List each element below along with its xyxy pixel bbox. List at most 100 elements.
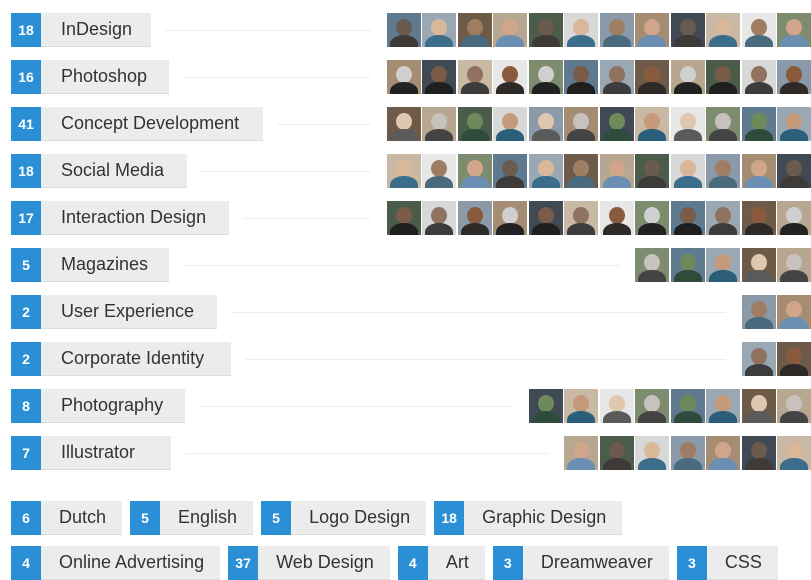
skill-pill[interactable]: 41Concept Development <box>11 107 263 141</box>
endorser-avatar[interactable] <box>600 107 634 141</box>
endorser-avatar[interactable] <box>493 13 527 47</box>
endorser-avatar[interactable] <box>777 154 811 188</box>
endorser-avatar[interactable] <box>742 389 776 423</box>
endorser-avatar[interactable] <box>458 107 492 141</box>
endorser-avatar[interactable] <box>422 13 456 47</box>
endorser-avatar[interactable] <box>387 60 421 94</box>
endorser-avatar[interactable] <box>706 154 740 188</box>
endorser-avatar[interactable] <box>635 248 669 282</box>
skill-tag[interactable]: 18Graphic Design <box>434 501 622 535</box>
skill-pill[interactable]: 17Interaction Design <box>11 201 229 235</box>
endorser-avatar[interactable] <box>493 154 527 188</box>
endorser-avatar[interactable] <box>564 154 598 188</box>
endorser-avatar[interactable] <box>742 436 776 470</box>
endorser-avatar[interactable] <box>600 13 634 47</box>
endorser-avatar[interactable] <box>458 201 492 235</box>
endorser-avatar[interactable] <box>529 154 563 188</box>
skill-tag[interactable]: 6Dutch <box>11 501 122 535</box>
skill-pill[interactable]: 2User Experience <box>11 295 217 329</box>
endorser-avatar[interactable] <box>493 201 527 235</box>
skill-tag[interactable]: 5English <box>130 501 253 535</box>
endorser-avatar[interactable] <box>635 13 669 47</box>
endorser-avatar[interactable] <box>635 60 669 94</box>
skill-pill[interactable]: 18Social Media <box>11 154 187 188</box>
endorser-avatar[interactable] <box>777 13 811 47</box>
endorser-avatar[interactable] <box>529 389 563 423</box>
endorser-avatar[interactable] <box>422 107 456 141</box>
endorser-avatars <box>385 107 811 141</box>
endorser-avatar[interactable] <box>529 201 563 235</box>
endorser-avatar[interactable] <box>564 13 598 47</box>
endorser-avatar[interactable] <box>671 60 705 94</box>
endorser-avatar[interactable] <box>600 436 634 470</box>
endorser-avatar[interactable] <box>635 154 669 188</box>
endorser-avatar[interactable] <box>564 107 598 141</box>
endorser-avatar[interactable] <box>564 436 598 470</box>
endorser-avatar[interactable] <box>777 248 811 282</box>
endorser-avatar[interactable] <box>422 154 456 188</box>
endorser-avatar[interactable] <box>742 107 776 141</box>
endorser-avatar[interactable] <box>529 107 563 141</box>
endorser-avatar[interactable] <box>706 13 740 47</box>
endorser-avatar[interactable] <box>635 201 669 235</box>
endorser-avatar[interactable] <box>671 436 705 470</box>
endorser-avatar[interactable] <box>422 60 456 94</box>
endorser-avatar[interactable] <box>777 60 811 94</box>
endorser-avatar[interactable] <box>742 342 776 376</box>
endorser-avatar[interactable] <box>458 60 492 94</box>
endorser-avatar[interactable] <box>387 201 421 235</box>
endorser-avatar[interactable] <box>671 154 705 188</box>
endorser-avatar[interactable] <box>671 201 705 235</box>
endorser-avatar[interactable] <box>387 107 421 141</box>
endorser-avatar[interactable] <box>635 389 669 423</box>
endorser-avatar[interactable] <box>742 248 776 282</box>
endorser-avatar[interactable] <box>458 13 492 47</box>
endorser-avatar[interactable] <box>706 201 740 235</box>
endorser-avatar[interactable] <box>600 154 634 188</box>
endorser-avatar[interactable] <box>706 248 740 282</box>
endorser-avatar[interactable] <box>671 13 705 47</box>
avatar-shoulders <box>425 223 453 235</box>
endorser-avatar[interactable] <box>422 201 456 235</box>
endorser-avatar[interactable] <box>671 389 705 423</box>
skill-tag[interactable]: 5Logo Design <box>261 501 426 535</box>
skill-pill[interactable]: 5Magazines <box>11 248 169 282</box>
skill-pill[interactable]: 2Corporate Identity <box>11 342 231 376</box>
endorser-avatar[interactable] <box>600 389 634 423</box>
endorser-avatar[interactable] <box>777 107 811 141</box>
endorser-avatar[interactable] <box>564 201 598 235</box>
endorser-avatar[interactable] <box>671 107 705 141</box>
endorser-avatar[interactable] <box>635 107 669 141</box>
endorser-avatar[interactable] <box>777 389 811 423</box>
endorser-avatar[interactable] <box>777 342 811 376</box>
endorser-avatar[interactable] <box>493 107 527 141</box>
endorser-avatar[interactable] <box>742 13 776 47</box>
endorser-avatar[interactable] <box>706 60 740 94</box>
endorser-avatar[interactable] <box>671 248 705 282</box>
endorser-avatar[interactable] <box>706 107 740 141</box>
endorser-avatar[interactable] <box>564 389 598 423</box>
endorser-avatar[interactable] <box>493 60 527 94</box>
endorser-avatar[interactable] <box>529 13 563 47</box>
skill-pill[interactable]: 7Illustrator <box>11 436 171 470</box>
endorser-avatar[interactable] <box>635 436 669 470</box>
endorser-avatar[interactable] <box>742 154 776 188</box>
skill-pill[interactable]: 16Photoshop <box>11 60 169 94</box>
endorser-avatar[interactable] <box>706 436 740 470</box>
endorser-avatar[interactable] <box>742 201 776 235</box>
endorser-avatar[interactable] <box>777 295 811 329</box>
endorser-avatar[interactable] <box>742 60 776 94</box>
endorser-avatar[interactable] <box>742 295 776 329</box>
endorser-avatar[interactable] <box>387 154 421 188</box>
endorser-avatar[interactable] <box>600 201 634 235</box>
endorser-avatar[interactable] <box>777 201 811 235</box>
endorser-avatar[interactable] <box>706 389 740 423</box>
skill-pill[interactable]: 18InDesign <box>11 13 151 47</box>
endorser-avatar[interactable] <box>529 60 563 94</box>
endorser-avatar[interactable] <box>564 60 598 94</box>
endorser-avatar[interactable] <box>777 436 811 470</box>
skill-pill[interactable]: 8Photography <box>11 389 185 423</box>
endorser-avatar[interactable] <box>600 60 634 94</box>
endorser-avatar[interactable] <box>387 13 421 47</box>
endorser-avatar[interactable] <box>458 154 492 188</box>
